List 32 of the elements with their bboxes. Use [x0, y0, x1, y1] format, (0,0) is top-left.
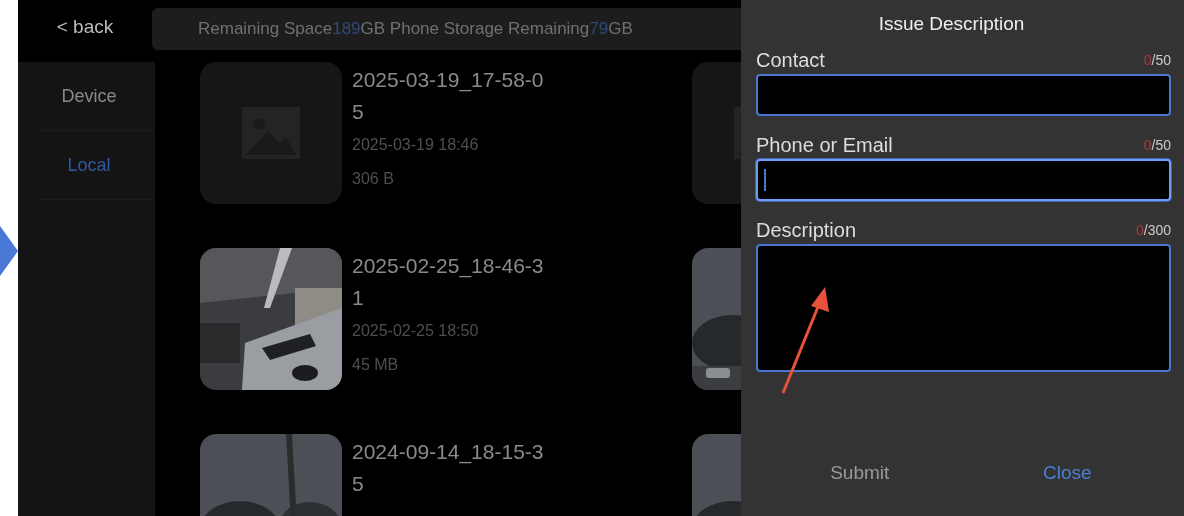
submit-button[interactable]: Submit [756, 458, 964, 488]
storage-label: GB Phone Storage Remaining [360, 19, 590, 39]
sidebar-item[interactable]: Device [37, 62, 155, 131]
file-size: 306 B [352, 169, 395, 189]
input-field[interactable] [756, 74, 1171, 116]
file-size: 45 MB [352, 355, 400, 375]
field-label: Contact [756, 48, 825, 73]
file-name: 2025-02-25_18-46-31 [352, 253, 545, 311]
storage-label: Remaining Space [198, 19, 333, 39]
char-limit: /50 [1151, 137, 1171, 153]
file-date: 2025-03-19 18:46 [352, 135, 480, 155]
storage-value: 189 [332, 19, 361, 39]
close-button[interactable]: Close [963, 458, 1171, 488]
field-label: Description [756, 218, 857, 243]
char-count: 0 [1143, 52, 1152, 68]
field-label: Phone or Email [756, 133, 893, 158]
chevron-icon [0, 226, 18, 276]
char-count: 0 [1143, 137, 1152, 153]
storage-value: 79 [589, 19, 609, 39]
storage-label: GB [608, 19, 633, 39]
sidebar-item[interactable]: Local [37, 131, 155, 200]
char-limit: /300 [1143, 222, 1171, 238]
text-area[interactable] [756, 244, 1171, 372]
char-limit: /50 [1151, 52, 1171, 68]
file-name: 2024-09-14_18-15-35 [352, 439, 545, 497]
file-name: 2025-03-19_17-58-05 [352, 67, 545, 125]
file-date: 2025-02-25 18:50 [352, 321, 480, 341]
back-button[interactable]: < back [18, 0, 152, 58]
dialog-title: Issue Description [877, 12, 1026, 36]
char-count: 0 [1135, 222, 1144, 238]
input-field[interactable] [756, 159, 1171, 201]
thumbnail-placeholder[interactable] [200, 62, 342, 204]
